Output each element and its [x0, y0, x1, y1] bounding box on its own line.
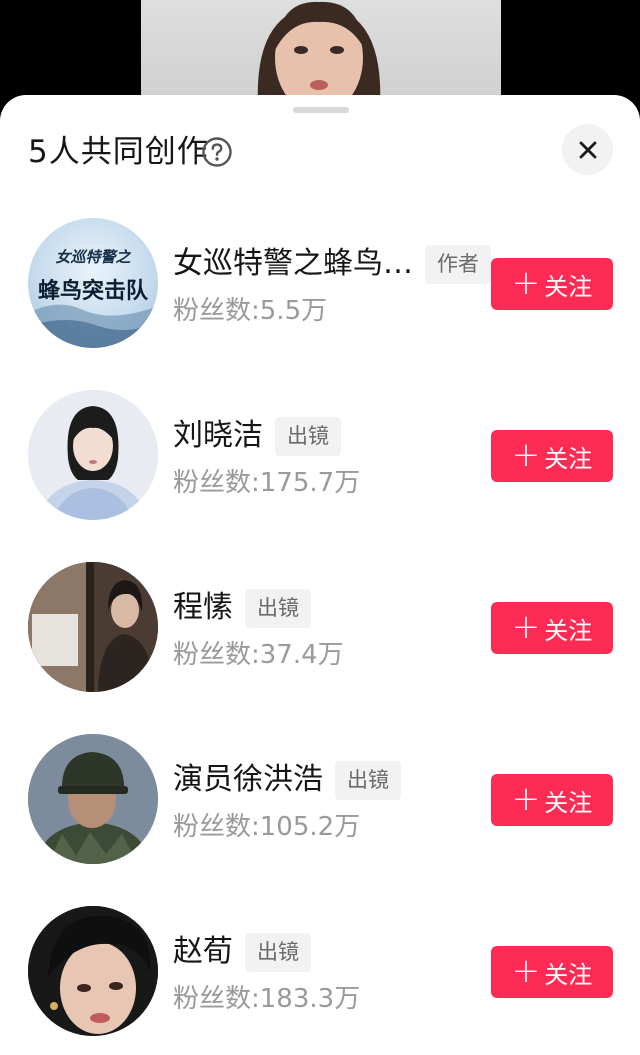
follow-label: 关注 — [544, 444, 593, 473]
follow-button[interactable]: + 关注 — [491, 430, 613, 482]
plus-icon: + — [511, 778, 541, 819]
list-item[interactable]: 程愫 出镜 粉丝数:37.4万 + 关注 — [0, 562, 640, 692]
name-line: 刘晓洁 出镜 — [173, 416, 341, 456]
follow-label: 关注 — [544, 788, 593, 817]
question-circle-icon[interactable] — [201, 136, 233, 168]
avatar[interactable] — [28, 734, 158, 864]
video-frame — [141, 0, 501, 110]
plus-icon: + — [511, 434, 541, 475]
list-item[interactable]: 演员徐洪浩 出镜 粉丝数:105.2万 + 关注 — [0, 734, 640, 864]
follow-button[interactable]: + 关注 — [491, 602, 613, 654]
creator-name: 演员徐洪浩 — [173, 762, 323, 797]
drag-handle[interactable] — [293, 107, 349, 113]
avatar-text-top: 女巡特警之 — [55, 248, 131, 266]
list-item[interactable]: 刘晓洁 出镜 粉丝数:175.7万 + 关注 — [0, 390, 640, 520]
avatar[interactable] — [28, 906, 158, 1036]
plus-icon: + — [511, 606, 541, 647]
list-item[interactable]: 赵荀 出镜 粉丝数:183.3万 + 关注 — [0, 906, 640, 1036]
person-video-image — [257, 1, 381, 110]
name-line: 赵荀 出镜 — [173, 932, 311, 972]
fan-count: 粉丝数:183.3万 — [173, 984, 361, 1014]
creator-name: 赵荀 — [173, 934, 233, 969]
avatar[interactable] — [28, 562, 158, 692]
avatar[interactable] — [28, 390, 158, 520]
co-creators-sheet: 5人共同创作 女巡特警之 蜂鸟突击队 女巡特警之蜂鸟… 作者 粉丝数:5.5万 … — [0, 95, 640, 1055]
plus-icon: + — [511, 262, 541, 303]
follow-button[interactable]: + 关注 — [491, 258, 613, 310]
follow-button[interactable]: + 关注 — [491, 946, 613, 998]
name-line: 女巡特警之蜂鸟… 作者 — [173, 244, 491, 284]
close-button[interactable] — [562, 124, 613, 175]
fan-count: 粉丝数:5.5万 — [173, 296, 328, 326]
avatar-logo-image: 女巡特警之 蜂鸟突击队 — [28, 248, 158, 348]
plus-icon: + — [511, 950, 541, 991]
role-badge: 出镜 — [275, 416, 341, 456]
fan-count: 粉丝数:105.2万 — [173, 812, 361, 842]
avatar-photo — [28, 906, 158, 1036]
avatar-photo — [28, 390, 158, 520]
role-badge: 作者 — [425, 244, 491, 284]
follow-label: 关注 — [544, 272, 593, 301]
avatar-text-bottom: 蜂鸟突击队 — [38, 278, 149, 304]
creator-name: 刘晓洁 — [173, 418, 263, 453]
video-background — [0, 0, 640, 110]
follow-label: 关注 — [544, 616, 593, 645]
creator-name: 程愫 — [173, 590, 233, 625]
fan-count: 粉丝数:175.7万 — [173, 468, 361, 498]
avatar[interactable]: 女巡特警之 蜂鸟突击队 — [28, 218, 158, 348]
role-badge: 出镜 — [245, 588, 311, 628]
list-item[interactable]: 女巡特警之 蜂鸟突击队 女巡特警之蜂鸟… 作者 粉丝数:5.5万 + 关注 — [0, 218, 640, 348]
avatar-photo — [28, 562, 158, 692]
follow-label: 关注 — [544, 960, 593, 989]
sheet-title: 5人共同创作 — [28, 134, 209, 170]
name-line: 程愫 出镜 — [173, 588, 311, 628]
role-badge: 出镜 — [335, 760, 401, 800]
avatar-photo — [28, 734, 158, 864]
fan-count: 粉丝数:37.4万 — [173, 640, 344, 670]
creator-name: 女巡特警之蜂鸟… — [173, 246, 413, 281]
follow-button[interactable]: + 关注 — [491, 774, 613, 826]
role-badge: 出镜 — [245, 932, 311, 972]
name-line: 演员徐洪浩 出镜 — [173, 760, 401, 800]
close-icon — [579, 141, 596, 158]
